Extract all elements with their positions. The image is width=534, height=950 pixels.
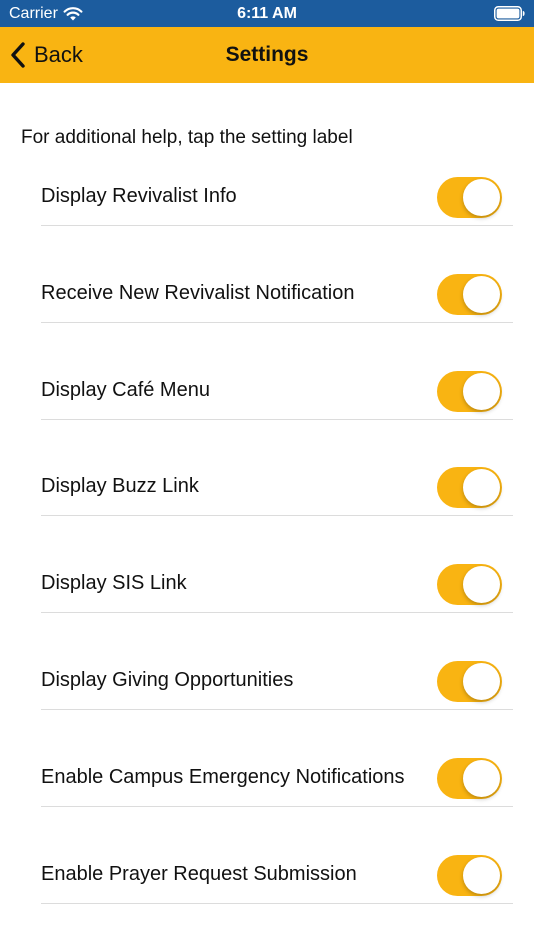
toggle-switch[interactable]	[437, 177, 502, 218]
setting-label[interactable]: Enable Prayer Request Submission	[41, 861, 426, 887]
setting-row-revivalist-info: Display Revivalist Info	[41, 168, 513, 226]
setting-label[interactable]: Display Café Menu	[41, 377, 426, 403]
toggle-switch[interactable]	[437, 467, 502, 509]
setting-label[interactable]: Enable Campus Emergency Notifications	[41, 764, 426, 790]
toggle-switch[interactable]	[437, 854, 502, 896]
setting-row-sis-link: Display SIS Link	[41, 516, 513, 614]
toggle-knob	[463, 856, 500, 894]
toggle-knob	[463, 372, 500, 410]
toggle-switch[interactable]	[437, 273, 502, 315]
setting-row-prayer-request: Enable Prayer Request Submission	[41, 807, 513, 904]
toggle-knob	[463, 275, 500, 313]
setting-label[interactable]: Receive New Revivalist Notification	[41, 280, 426, 306]
toggle-switch[interactable]	[437, 660, 502, 702]
toggle-knob	[463, 662, 500, 700]
setting-label[interactable]: Display Giving Opportunities	[41, 667, 426, 693]
chevron-left-icon	[11, 42, 25, 68]
toggle-knob	[463, 469, 500, 507]
toggle-knob	[463, 566, 500, 604]
setting-row-cafe-menu: Display Café Menu	[41, 323, 513, 420]
setting-label[interactable]: Display Buzz Link	[41, 473, 426, 499]
back-label: Back	[34, 42, 83, 67]
toggle-switch[interactable]	[437, 564, 502, 606]
battery-icon	[494, 6, 525, 21]
toggle-switch[interactable]	[437, 757, 502, 799]
setting-label[interactable]: Display Revivalist Info	[41, 183, 426, 209]
status-bar: Carrier 6:11 AM	[0, 0, 534, 27]
settings-list: Display Revivalist Info Receive New Revi…	[41, 168, 513, 904]
help-text: For additional help, tap the setting lab…	[21, 127, 353, 148]
navigation-bar: Back Settings	[0, 27, 534, 83]
toggle-switch[interactable]	[437, 370, 502, 412]
setting-row-giving-opportunities: Display Giving Opportunities	[41, 613, 513, 710]
status-time: 6:11 AM	[237, 5, 297, 22]
setting-row-revivalist-notification: Receive New Revivalist Notification	[41, 226, 513, 323]
setting-label[interactable]: Display SIS Link	[41, 570, 426, 596]
setting-row-emergency-notifications: Enable Campus Emergency Notifications	[41, 710, 513, 807]
back-button[interactable]: Back	[10, 27, 83, 83]
toggle-knob	[463, 759, 500, 797]
toggle-knob	[463, 179, 500, 216]
setting-row-buzz-link: Display Buzz Link	[41, 420, 513, 517]
